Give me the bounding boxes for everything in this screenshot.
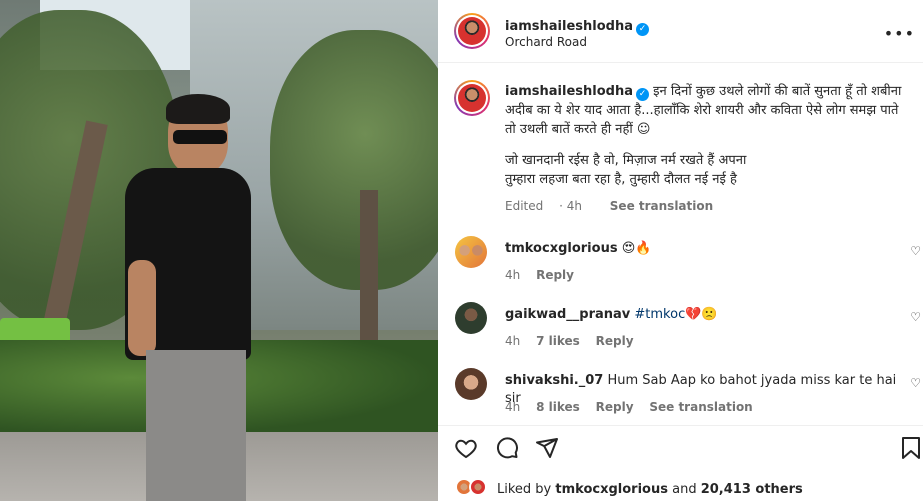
heart-icon[interactable]: ♡ [910,376,921,390]
caption-line-2: जो खानदानी रईस है वो, मिज़ाज नर्म रखते ह… [505,153,747,168]
commenter-username[interactable]: tmkocxglorious [505,241,618,256]
post-header: iamshaileshlodha ✓ Orchard Road ••• [438,0,923,63]
comment-text: 💔🙁 [685,307,718,322]
commenter-username[interactable]: gaikwad__pranav [505,307,630,322]
author-avatar[interactable] [454,13,490,49]
comment-time: 4h [505,268,521,282]
caption-edited: Edited [505,199,544,213]
commenter-username[interactable]: shivakshi._07 [505,373,603,388]
commenter-avatar[interactable] [455,368,487,400]
reply-button[interactable]: Reply [536,268,574,282]
comment-likes[interactable]: 8 likes [536,400,580,414]
comment-time: 4h [505,400,521,414]
likes-text: Liked by tmkocxglorious and 20,413 other… [497,482,803,497]
verified-icon: ✓ [635,23,649,36]
photo-man-hair [166,94,230,124]
caption-time: 4h [566,199,582,213]
verified-icon: ✓ [635,88,649,101]
caption-meta: Edited · 4h See translation [505,199,714,213]
reply-button[interactable]: Reply [596,400,634,414]
comment-time: 4h [505,334,521,348]
commenter-avatar[interactable] [455,236,487,268]
see-translation-button[interactable]: See translation [649,400,752,414]
photo-man-pants [146,350,246,501]
caption-avatar[interactable] [454,80,490,116]
comment-body: tmkocxglorious 😍🔥 [505,240,905,258]
likes-count-button[interactable]: 20,413 others [701,482,803,497]
comment-body: gaikwad__pranav #tmkoc💔🙁 [505,306,905,324]
caption-text: iamshaileshlodha ✓ इन दिनों कुछ उथले लोगो… [505,82,905,216]
bookmark-icon[interactable] [900,436,922,460]
photo-man-glasses [173,130,227,144]
likes-row: Liked by tmkocxglorious and 20,413 other… [438,470,923,501]
reply-button[interactable]: Reply [596,334,634,348]
comment-item: gaikwad__pranav #tmkoc💔🙁 4h 7 likes Repl… [438,302,923,362]
comment-meta: 4h Reply [505,268,586,282]
comment-meta: 4h 8 likes Reply See translation [505,400,765,414]
liker-username[interactable]: tmkocxglorious [555,482,668,497]
comment-icon[interactable] [495,436,519,460]
caption-line-3: तुम्हारा लहजा बता रहा है, तुम्हारी दौलत … [505,172,737,187]
heart-icon[interactable]: ♡ [910,244,921,258]
heart-icon[interactable]: ♡ [910,310,921,324]
heart-icon[interactable] [454,436,478,460]
caption-username[interactable]: iamshaileshlodha [505,84,633,99]
commenter-avatar[interactable] [455,302,487,334]
action-bar [438,425,923,470]
comment-item: tmkocxglorious 😍🔥 4h Reply ♡ [438,236,923,296]
comment-text: 😍🔥 [621,241,652,256]
photo-tree-right [270,30,438,290]
comment-hashtag[interactable]: #tmkoc [634,307,685,322]
share-icon[interactable] [535,436,559,460]
liker-avatar[interactable] [469,478,487,496]
likes-middle: and [672,482,697,497]
comment-meta: 4h 7 likes Reply [505,334,646,348]
likes-prefix: Liked by [497,482,552,497]
author-username[interactable]: iamshaileshlodha [505,19,633,34]
post-location[interactable]: Orchard Road [505,35,587,49]
comment-item: shivakshi._07 Hum Sab Aap ko bahot jyada… [438,368,923,428]
comment-likes[interactable]: 7 likes [536,334,580,348]
post-panel: iamshaileshlodha ✓ Orchard Road ••• iamsh… [438,0,923,501]
see-translation-button[interactable]: See translation [610,199,713,213]
post-photo[interactable] [0,0,438,501]
more-icon[interactable]: ••• [884,24,915,43]
photo-man-arm [128,260,156,356]
